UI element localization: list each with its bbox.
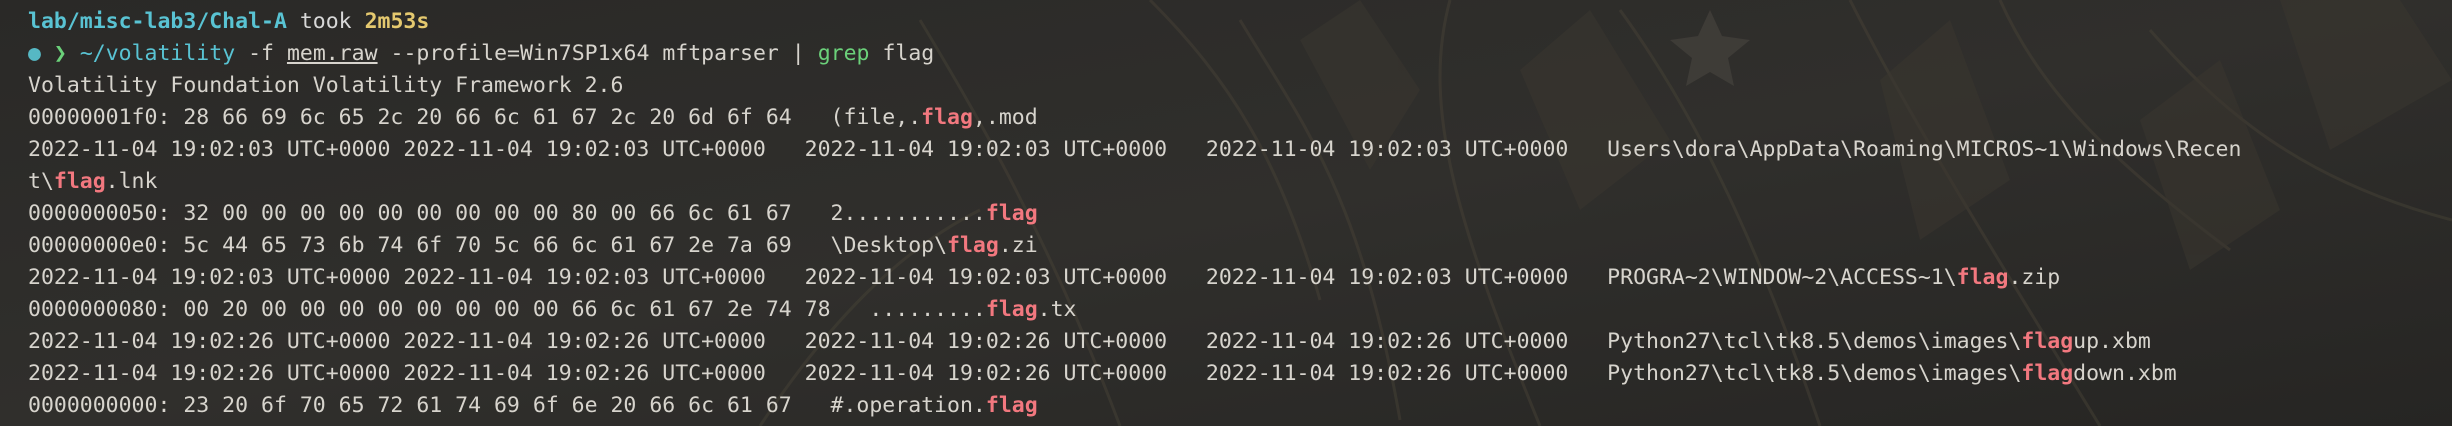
output-text: up.xbm	[2073, 329, 2151, 354]
output-text: .zip	[2008, 265, 2061, 290]
grep-match-highlight: flag	[985, 201, 1038, 226]
grep-match-highlight: flag	[2021, 329, 2074, 354]
output-text: .lnk	[105, 169, 158, 194]
output-text: ,.mod	[972, 105, 1038, 130]
output-line: 2022-11-04 19:02:26 UTC+0000 2022-11-04 …	[28, 358, 2452, 390]
current-directory: lab/misc-lab3/Chal-A	[28, 9, 287, 34]
output-line: 0000000000: 23 20 6f 70 65 72 61 74 69 6…	[28, 390, 2452, 422]
prompt-arrow-icon: ❯	[53, 41, 67, 66]
profile-argument: --profile=Win7SP1x64 mftparser	[390, 41, 779, 66]
output-text: t\	[28, 169, 54, 194]
grep-match-highlight: flag	[53, 169, 106, 194]
output-text: 0000000000: 23 20 6f 70 65 72 61 74 69 6…	[28, 393, 986, 418]
output-text: 2022-11-04 19:02:03 UTC+0000 2022-11-04 …	[28, 265, 1957, 290]
output-line: t\flag.lnk	[28, 166, 2452, 198]
output-line: 00000001f0: 28 66 69 6c 65 2c 20 66 6c 6…	[28, 102, 2452, 134]
grep-match-highlight: flag	[947, 233, 999, 258]
output-text: .tx	[1037, 297, 1077, 322]
grep-match-highlight: flag	[985, 297, 1038, 322]
output-text: 00000001f0: 28 66 69 6c 65 2c 20 66 6c 6…	[28, 105, 922, 130]
output-line: 0000000050: 32 00 00 00 00 00 00 00 00 0…	[28, 198, 2452, 230]
took-label: took	[299, 9, 352, 34]
memory-file-name: mem.raw	[286, 41, 378, 66]
output-text: .zi	[998, 233, 1038, 258]
terminal-window: lab/misc-lab3/Chal-A took 2m53s ● ❯ ~/vo…	[0, 0, 2452, 426]
output-line: 2022-11-04 19:02:26 UTC+0000 2022-11-04 …	[28, 326, 2452, 358]
command-line[interactable]: ● ❯ ~/volatility -f mem.raw --profile=Wi…	[28, 38, 2452, 70]
grep-pattern: flag	[882, 41, 935, 66]
grep-match-highlight: flag	[2021, 361, 2074, 386]
command-duration: 2m53s	[364, 9, 430, 34]
prompt-header-line: lab/misc-lab3/Chal-A took 2m53s	[28, 6, 2452, 38]
grep-match-highlight: flag	[1956, 265, 2009, 290]
output-line: Volatility Foundation Volatility Framewo…	[28, 70, 2452, 102]
output-line: 2022-11-04 19:02:03 UTC+0000 2022-11-04 …	[28, 262, 2452, 294]
output-line: 2022-11-04 19:02:03 UTC+0000 2022-11-04 …	[28, 134, 2452, 166]
output-text: down.xbm	[2073, 361, 2177, 386]
file-option: -f	[248, 41, 274, 66]
pipe-symbol: |	[791, 41, 805, 66]
grep-match-highlight: flag	[985, 393, 1038, 418]
output-line: 00000000e0: 5c 44 65 73 6b 74 6f 70 5c 6…	[28, 230, 2452, 262]
output-text: Volatility Foundation Volatility Framewo…	[28, 73, 624, 98]
output-text: 0000000080: 00 20 00 00 00 00 00 00 00 0…	[28, 297, 986, 322]
output-text: 00000000e0: 5c 44 65 73 6b 74 6f 70 5c 6…	[28, 233, 948, 258]
output-text: 0000000050: 32 00 00 00 00 00 00 00 00 0…	[28, 201, 986, 226]
output-text: 2022-11-04 19:02:26 UTC+0000 2022-11-04 …	[28, 329, 2022, 354]
grep-match-highlight: flag	[921, 105, 973, 130]
output-text: 2022-11-04 19:02:03 UTC+0000 2022-11-04 …	[28, 137, 2242, 162]
prompt-status-dot-icon: ●	[28, 41, 41, 66]
command-output: Volatility Foundation Volatility Framewo…	[28, 70, 2452, 422]
output-line: 0000000080: 00 20 00 00 00 00 00 00 00 0…	[28, 294, 2452, 326]
output-text: 2022-11-04 19:02:26 UTC+0000 2022-11-04 …	[28, 361, 2022, 386]
grep-command: grep	[817, 41, 870, 66]
command-program: ~/volatility	[79, 41, 236, 66]
